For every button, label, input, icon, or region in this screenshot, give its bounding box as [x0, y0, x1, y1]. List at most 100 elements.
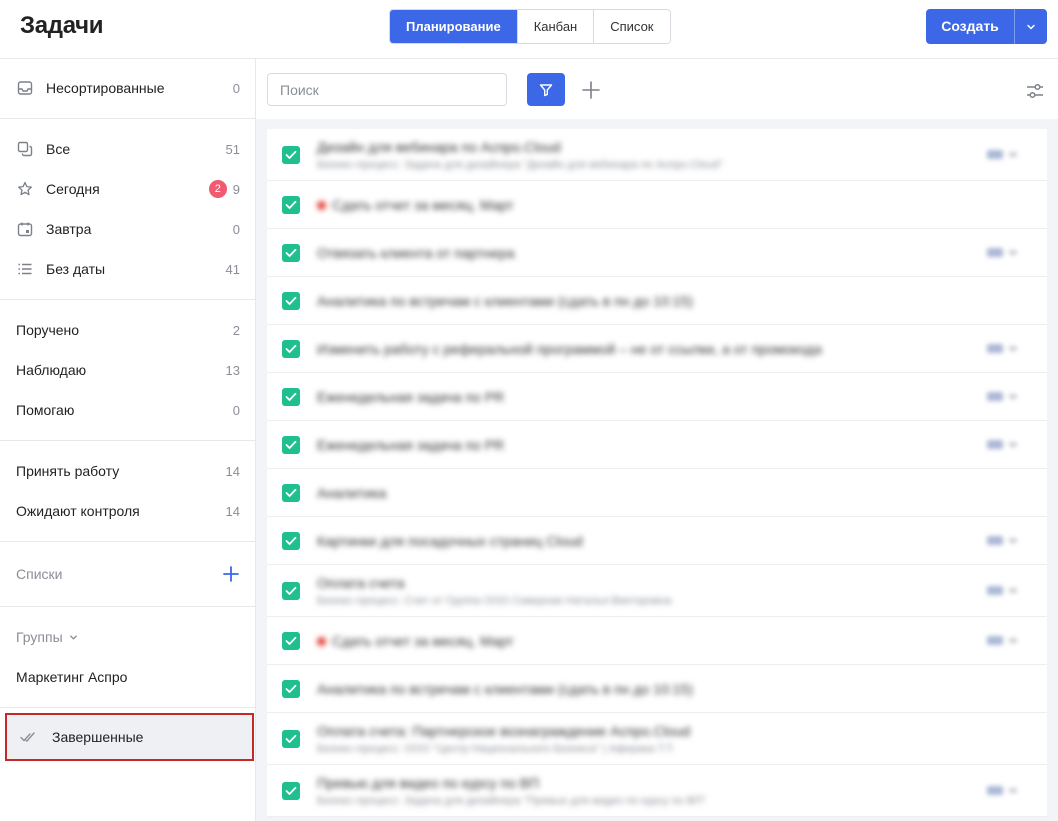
task-list: Дизайн для вебинара по Аспро.Cloud Бизнес…	[267, 129, 1047, 817]
add-task-button[interactable]	[581, 80, 601, 100]
task-checkbox[interactable]	[282, 631, 300, 650]
task-body: Оплата счета: Партнерское вознаграждение…	[317, 713, 977, 764]
sidebar-item-unsorted[interactable]: Несортированные 0	[0, 68, 256, 108]
create-dropdown-toggle[interactable]	[1014, 9, 1047, 44]
task-meta-icon[interactable]	[987, 785, 1021, 797]
sidebar-item-label: Завершенные	[52, 729, 144, 745]
sidebar-item-count: 2	[232, 322, 240, 338]
task-title: Превью для видео по курсу по ВП	[317, 775, 977, 791]
sidebar-item-helping[interactable]: Помогаю 0	[0, 390, 256, 430]
task-list-area: Дизайн для вебинара по Аспро.Cloud Бизнес…	[256, 119, 1058, 821]
inbox-icon	[16, 79, 34, 97]
add-list-button[interactable]	[222, 565, 240, 583]
priority-dot-icon	[317, 201, 326, 211]
task-title: Изменить работу с реферальной программой…	[317, 341, 977, 357]
task-row[interactable]: Сдать отчет за месяц. Март	[267, 181, 1047, 229]
task-meta-icon[interactable]	[987, 635, 1021, 647]
check-icon	[285, 296, 297, 305]
task-checkbox[interactable]	[282, 435, 300, 454]
task-checkbox[interactable]	[282, 243, 300, 262]
check-icon	[285, 684, 297, 693]
task-title-text: Картинки для посадочных страниц Cloud	[317, 532, 583, 549]
task-checkbox[interactable]	[282, 195, 300, 214]
task-row[interactable]: Оплата счета Бизнес-процесс: Счет от Груп…	[267, 565, 1047, 617]
view-settings-button[interactable]	[1024, 80, 1046, 102]
sidebar-item-watching[interactable]: Наблюдаю 13	[0, 350, 256, 390]
task-row[interactable]: Аналитика	[267, 469, 1047, 517]
page-title: Задачи	[20, 12, 104, 39]
task-row[interactable]: Превью для видео по курсу по ВП Бизнес-пр…	[267, 765, 1047, 817]
priority-dot-icon	[317, 637, 326, 647]
sidebar-item-group-marketing[interactable]: Маркетинг Аспро	[0, 657, 256, 697]
task-checkbox[interactable]	[282, 387, 300, 406]
task-title-text: Еженедельная задача по PR	[317, 436, 505, 453]
tab-kanban[interactable]: Канбан	[516, 10, 594, 43]
task-title-text: Еженедельная задача по PR	[317, 388, 505, 405]
task-meta-icon[interactable]	[987, 343, 1021, 355]
task-title: Аналитика	[317, 485, 977, 501]
copy-icon	[16, 140, 34, 158]
task-body: Еженедельная задача по PR	[317, 421, 977, 468]
chevron-down-icon	[1009, 346, 1017, 351]
check-icon	[285, 150, 297, 159]
sidebar-item-assigned[interactable]: Поручено 2	[0, 310, 256, 350]
task-body: Еженедельная задача по PR	[317, 373, 977, 420]
task-title: Отвязать клиента от партнера	[317, 245, 977, 261]
task-meta-icon[interactable]	[987, 391, 1021, 403]
task-checkbox[interactable]	[282, 291, 300, 310]
task-row[interactable]: Изменить работу с реферальной программой…	[267, 325, 1047, 373]
task-meta-icon[interactable]	[987, 585, 1021, 597]
task-title-text: Аналитика	[317, 484, 387, 501]
task-meta-icon[interactable]	[987, 439, 1021, 451]
task-body: Аналитика по встречам с клиентами (сдать…	[317, 277, 977, 324]
task-meta-icon[interactable]	[987, 149, 1021, 161]
sidebar-item-accept-work[interactable]: Принять работу 14	[0, 451, 256, 491]
assignee-icon	[987, 536, 1003, 545]
sidebar-item-awaiting-control[interactable]: Ожидают контроля 14	[0, 491, 256, 531]
create-button[interactable]: Создать	[926, 9, 1047, 44]
groups-section-toggle[interactable]: Группы	[16, 629, 78, 645]
task-checkbox[interactable]	[282, 339, 300, 358]
task-row[interactable]: Оплата счета: Партнерское вознаграждение…	[267, 713, 1047, 765]
task-row[interactable]: Дизайн для вебинара по Аспро.Cloud Бизнес…	[267, 129, 1047, 181]
list-icon	[16, 260, 34, 278]
sidebar-item-label: Принять работу	[16, 463, 120, 479]
check-icon	[285, 440, 297, 449]
chevron-down-icon	[1009, 250, 1017, 255]
task-checkbox[interactable]	[282, 581, 300, 600]
task-body: Аналитика	[317, 469, 977, 516]
sidebar-item-all[interactable]: Все 51	[0, 129, 256, 169]
search-input[interactable]	[267, 73, 507, 106]
task-row[interactable]: Аналитика по встречам с клиентами (сдать…	[267, 277, 1047, 325]
sidebar-item-tomorrow[interactable]: Завтра 0	[0, 209, 256, 249]
task-checkbox[interactable]	[282, 781, 300, 800]
task-title: Аналитика по встречам с клиентами (сдать…	[317, 293, 977, 309]
task-checkbox[interactable]	[282, 729, 300, 748]
task-meta-icon[interactable]	[987, 535, 1021, 547]
sidebar-item-count: 13	[225, 362, 240, 378]
tab-list[interactable]: Список	[593, 10, 670, 43]
task-title-text: Сдать отчет за месяц. Март	[332, 196, 514, 213]
task-meta-icon[interactable]	[987, 247, 1021, 259]
chevron-down-icon	[1009, 638, 1017, 643]
task-checkbox[interactable]	[282, 679, 300, 698]
sidebar-item-today[interactable]: Сегодня 2 9	[0, 169, 256, 209]
filter-button[interactable]	[527, 73, 565, 106]
task-title: Дизайн для вебинара по Аспро.Cloud	[317, 139, 977, 155]
tab-planning[interactable]: Планирование	[390, 10, 517, 43]
task-row[interactable]: Еженедельная задача по PR	[267, 373, 1047, 421]
task-checkbox[interactable]	[282, 531, 300, 550]
task-row[interactable]: Отвязать клиента от партнера	[267, 229, 1047, 277]
task-row[interactable]: Аналитика по встречам с клиентами (сдать…	[267, 665, 1047, 713]
task-row[interactable]: Еженедельная задача по PR	[267, 421, 1047, 469]
chevron-down-icon	[1009, 588, 1017, 593]
task-checkbox[interactable]	[282, 145, 300, 164]
task-row[interactable]: Картинки для посадочных страниц Cloud	[267, 517, 1047, 565]
task-title-text: Дизайн для вебинара по Аспро.Cloud	[317, 138, 561, 155]
sidebar-item-no-date[interactable]: Без даты 41	[0, 249, 256, 289]
create-button-label[interactable]: Создать	[926, 9, 1014, 44]
sidebar-item-completed[interactable]: Завершенные	[5, 713, 254, 761]
task-title: Сдать отчет за месяц. Март	[317, 197, 977, 213]
task-row[interactable]: Сдать отчет за месяц. Март	[267, 617, 1047, 665]
task-checkbox[interactable]	[282, 483, 300, 502]
